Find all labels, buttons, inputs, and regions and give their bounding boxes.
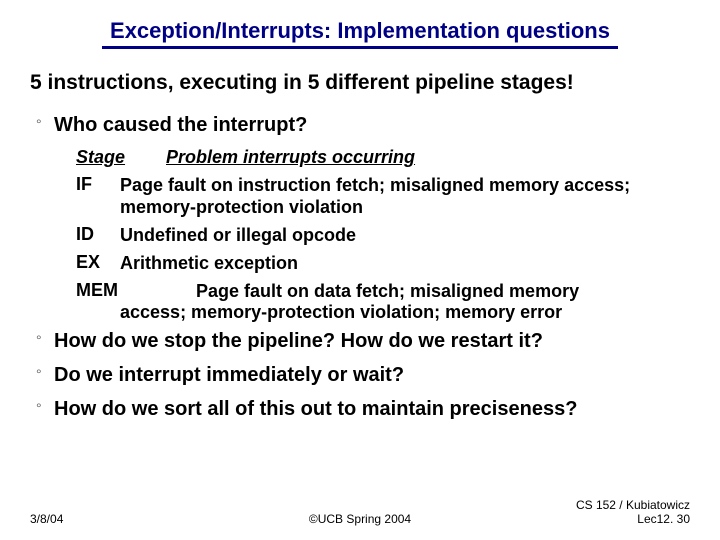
cell-stage: MEM — [76, 280, 196, 302]
cell-stage: EX — [76, 252, 120, 274]
bullet-item: ° Who caused the interrupt? — [36, 113, 690, 137]
bullet-item: ° How do we stop the pipeline? How do we… — [36, 329, 690, 353]
col-stage: Stage — [76, 147, 166, 168]
table-row: EX Arithmetic exception — [76, 252, 690, 274]
slide-title: Exception/Interrupts: Implementation que… — [102, 18, 618, 49]
cell-text: Arithmetic exception — [120, 252, 690, 274]
cell-stage: IF — [76, 174, 120, 218]
bullet-text: Do we interrupt immediately or wait? — [54, 363, 690, 387]
bullet-text: How do we stop the pipeline? How do we r… — [54, 329, 690, 353]
title-wrap: Exception/Interrupts: Implementation que… — [30, 18, 690, 49]
cell-stage: ID — [76, 224, 120, 246]
bullet-mark-icon: ° — [36, 329, 54, 351]
footer: 3/8/04 ©UCB Spring 2004 CS 152 / Kubiato… — [30, 498, 690, 526]
cell-text-cont: access; memory-protection violation; mem… — [120, 302, 690, 323]
stage-table: Stage Problem interrupts occurring IF Pa… — [76, 147, 690, 323]
bullet-item: ° Do we interrupt immediately or wait? — [36, 363, 690, 387]
cell-text: Page fault on data fetch; misaligned mem… — [196, 280, 690, 302]
table-row: IF Page fault on instruction fetch; misa… — [76, 174, 690, 218]
bullet-item: ° How do we sort all of this out to main… — [36, 397, 690, 421]
bullet-mark-icon: ° — [36, 363, 54, 385]
cell-text: Undefined or illegal opcode — [120, 224, 690, 246]
table-row: ID Undefined or illegal opcode — [76, 224, 690, 246]
footer-copyright: ©UCB Spring 2004 — [30, 512, 690, 526]
bullet-list: ° Who caused the interrupt? Stage Proble… — [30, 113, 690, 421]
bullet-text: How do we sort all of this out to mainta… — [54, 397, 690, 421]
col-problem: Problem interrupts occurring — [166, 147, 415, 168]
bullet-text: Who caused the interrupt? — [54, 113, 690, 137]
slide: Exception/Interrupts: Implementation que… — [0, 0, 720, 540]
table-header: Stage Problem interrupts occurring — [76, 147, 690, 168]
bullet-mark-icon: ° — [36, 397, 54, 419]
bullet-mark-icon: ° — [36, 113, 54, 135]
cell-text: Page fault on instruction fetch; misalig… — [120, 174, 690, 218]
subheading: 5 instructions, executing in 5 different… — [30, 71, 690, 95]
table-row: MEM Page fault on data fetch; misaligned… — [76, 280, 690, 323]
